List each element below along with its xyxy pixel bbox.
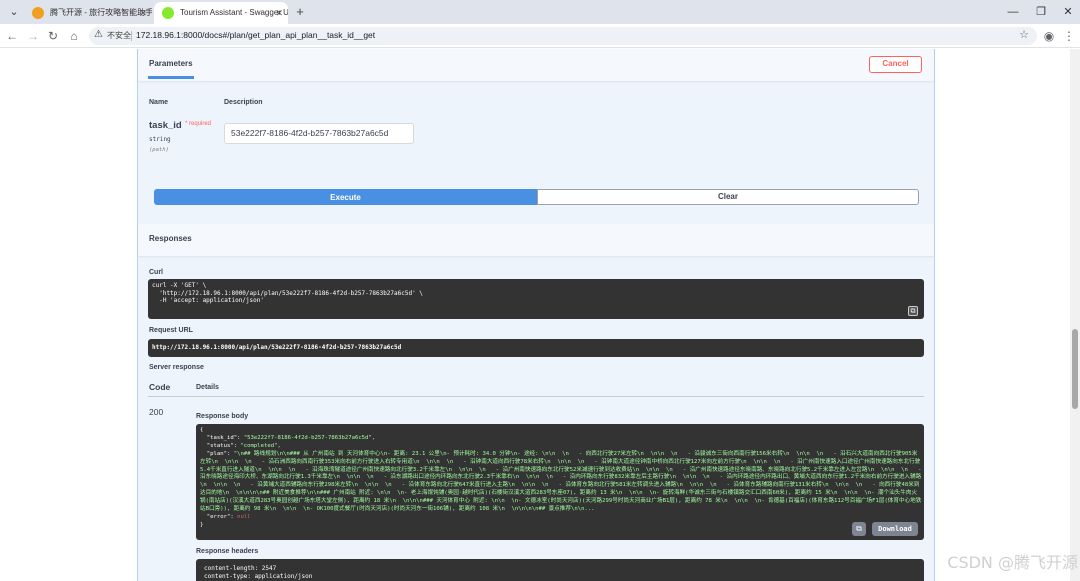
- cancel-button[interactable]: Cancel: [869, 56, 922, 73]
- download-button[interactable]: Download: [872, 522, 918, 536]
- curl-command: curl -X 'GET' \ 'http://172.18.96.1:8000…: [152, 282, 423, 304]
- divider: [148, 396, 924, 397]
- parameters-header: Parameters Cancel: [138, 49, 934, 81]
- response-body-block: { "task_id": "53e222f7-8186-4f2d-b257-78…: [196, 424, 924, 540]
- divider: [131, 31, 132, 41]
- back-icon[interactable]: ←: [4, 28, 20, 44]
- address-bar: ← → ↻ ⌂ ⚠ 不安全 172.18.96.1:8000/docs#/pla…: [0, 24, 1080, 48]
- home-icon[interactable]: ⌂: [66, 28, 82, 44]
- watermark: CSDN @腾飞开源: [947, 553, 1078, 572]
- close-tab-icon[interactable]: ✕: [275, 2, 283, 24]
- browser-tab[interactable]: 腾飞开源 - 旅行攻略智能助手 ✕: [24, 2, 152, 24]
- swagger-page: Parameters Cancel Name Description task_…: [0, 49, 1080, 581]
- new-tab-button[interactable]: +: [292, 4, 308, 20]
- response-code: 200: [149, 407, 164, 417]
- profile-icon[interactable]: ◉: [1041, 28, 1057, 44]
- server-response-label: Server response: [149, 364, 204, 371]
- param-name: task_id: [149, 120, 182, 131]
- scrollbar-thumb[interactable]: [1072, 329, 1078, 409]
- response-headers-block: content-length: 2547 content-type: appli…: [196, 559, 924, 581]
- maximize-icon[interactable]: ❐: [1033, 4, 1049, 20]
- clear-button[interactable]: Clear: [537, 189, 919, 205]
- responses-header: Responses: [138, 224, 934, 256]
- bookmark-star-icon[interactable]: ☆: [1019, 28, 1029, 41]
- required-marker: * required: [185, 121, 212, 127]
- browser-tab-bar: ⌄ 腾飞开源 - 旅行攻略智能助手 ✕ Tourism Assistant - …: [0, 0, 1080, 24]
- responses-title: Responses: [149, 234, 192, 243]
- operation-block-get: Parameters Cancel Name Description task_…: [137, 49, 935, 581]
- warning-icon[interactable]: ⚠: [94, 29, 103, 40]
- forward-icon[interactable]: →: [25, 28, 41, 44]
- request-url-block: http://172.18.96.1:8000/api/plan/53e222f…: [148, 339, 924, 357]
- page-scrollbar[interactable]: [1070, 49, 1080, 581]
- tab-underline: [148, 76, 194, 79]
- response-header-line: content-length: 2547: [204, 565, 277, 572]
- request-url-text: http://172.18.96.1:8000/api/plan/53e222f…: [152, 344, 402, 351]
- window-close-icon[interactable]: ✕: [1060, 4, 1076, 20]
- curl-label: Curl: [149, 269, 163, 276]
- execute-button[interactable]: Execute: [154, 189, 537, 205]
- param-type: string: [149, 136, 171, 143]
- details-column-header: Details: [196, 384, 219, 391]
- response-header-line: content-type: application/json: [204, 573, 313, 580]
- task-id-input[interactable]: 53e222f7-8186-4f2d-b257-7863b27a6c5d: [224, 123, 414, 144]
- response-headers-label: Response headers: [196, 548, 259, 555]
- reload-icon[interactable]: ↻: [45, 28, 61, 44]
- response-body-label: Response body: [196, 413, 249, 420]
- swagger-favicon-icon: [162, 7, 174, 19]
- url-field[interactable]: ⚠ 不安全 172.18.96.1:8000/docs#/plan/get_pl…: [89, 27, 1037, 45]
- column-name-header: Name: [149, 99, 169, 106]
- request-url-label: Request URL: [149, 327, 193, 334]
- parameters-title: Parameters: [149, 59, 193, 68]
- param-location: (path): [149, 147, 169, 153]
- insecure-label[interactable]: 不安全: [107, 30, 131, 41]
- column-description-header: Description: [224, 99, 263, 106]
- copy-icon[interactable]: ⧉: [908, 306, 918, 316]
- site-favicon-icon: [32, 7, 44, 19]
- close-tab-icon[interactable]: ✕: [139, 2, 147, 24]
- url-text[interactable]: 172.18.96.1:8000/docs#/plan/get_plan_api…: [136, 30, 375, 40]
- menu-kebab-icon[interactable]: ⋮: [1061, 28, 1077, 44]
- copy-response-icon[interactable]: ⧉: [852, 522, 866, 536]
- minimize-icon[interactable]: —: [1005, 4, 1021, 20]
- tab-search-icon[interactable]: ⌄: [6, 4, 22, 20]
- browser-tab-active[interactable]: Tourism Assistant - Swagger UI ✕: [154, 2, 288, 24]
- response-body-json: { "task_id": "53e222f7-8186-4f2d-b257-78…: [200, 427, 922, 528]
- code-column-header: Code: [149, 382, 171, 392]
